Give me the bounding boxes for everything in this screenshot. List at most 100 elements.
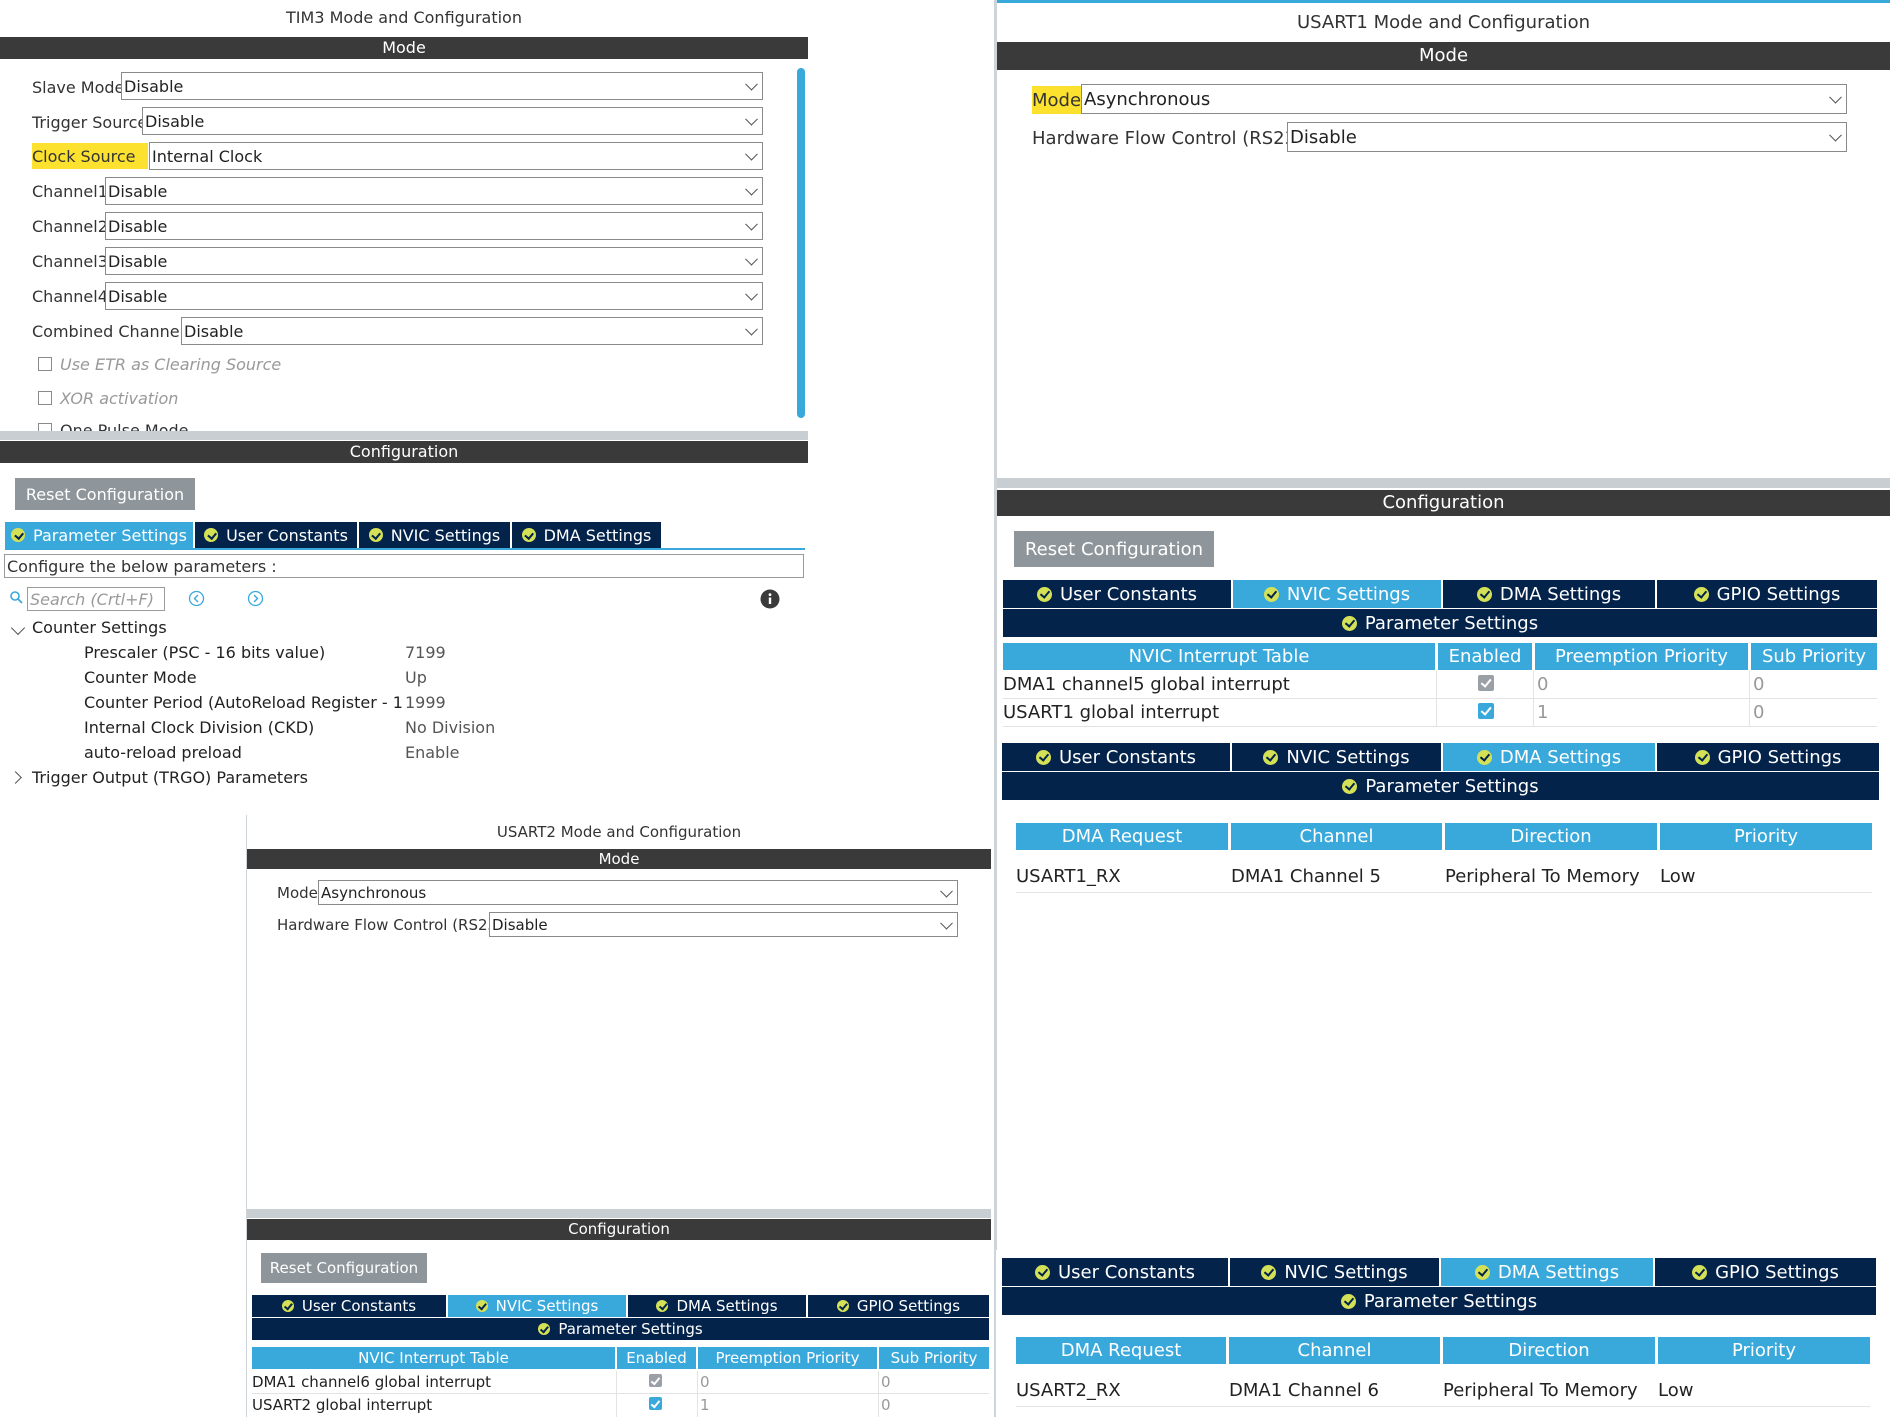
- channel4-select[interactable]: Disable: [105, 282, 763, 310]
- tab-gpio-settings[interactable]: GPIO Settings: [1655, 1258, 1876, 1286]
- nvic-preemption-value[interactable]: 1: [700, 1394, 710, 1415]
- usart2-mode-header: Mode: [247, 849, 991, 869]
- tab-parameter-settings[interactable]: Parameter Settings: [1003, 609, 1877, 637]
- tab-nvic-settings[interactable]: NVIC Settings: [448, 1295, 626, 1317]
- tab-user-constants[interactable]: User Constants: [1003, 580, 1231, 608]
- param-name: Counter Period (AutoReload Register - 16…: [84, 693, 402, 712]
- info-icon[interactable]: [760, 589, 780, 609]
- use-etr-checkbox-row[interactable]: Use ETR as Clearing Source: [38, 354, 281, 374]
- hfc-label: Hardware Flow Control (RS232): [277, 916, 513, 934]
- tab-nvic-settings[interactable]: NVIC Settings: [1232, 743, 1441, 771]
- channel1-select[interactable]: Disable: [105, 177, 763, 205]
- usart1-hfc-select[interactable]: Disable: [1287, 122, 1847, 152]
- param-value[interactable]: Enable: [405, 743, 460, 762]
- reset-configuration-button[interactable]: Reset Configuration: [15, 478, 195, 510]
- splitter[interactable]: [997, 478, 1890, 488]
- nvic-sub-value[interactable]: 0: [881, 1394, 891, 1415]
- prev-match-icon[interactable]: [188, 590, 205, 607]
- tab-dma-settings[interactable]: DMA Settings: [1441, 1258, 1653, 1286]
- clock-source-select[interactable]: Internal Clock: [149, 142, 763, 170]
- tab-nvic-settings[interactable]: NVIC Settings: [1233, 580, 1441, 608]
- dma-request-cell[interactable]: USART1_RX: [1016, 862, 1121, 890]
- splitter[interactable]: [0, 431, 808, 440]
- tab-parameter-settings[interactable]: Parameter Settings: [1002, 772, 1879, 800]
- tab-gpio-settings[interactable]: GPIO Settings: [808, 1295, 989, 1317]
- select-value: Disable: [108, 216, 168, 236]
- mode-scrollbar[interactable]: [797, 68, 805, 418]
- param-value[interactable]: No Division: [405, 718, 495, 737]
- slave-mode-select[interactable]: Disable: [121, 72, 763, 100]
- dma-direction-cell[interactable]: Peripheral To Memory: [1445, 862, 1640, 890]
- tab-parameter-settings[interactable]: Parameter Settings: [252, 1318, 989, 1340]
- select-value: Disable: [145, 111, 205, 131]
- nvic-sub-value[interactable]: 0: [1753, 671, 1764, 697]
- dma-channel-cell[interactable]: DMA1 Channel 6: [1229, 1376, 1379, 1404]
- param-value[interactable]: Up: [405, 668, 427, 687]
- tab-parameter-settings[interactable]: Parameter Settings: [5, 522, 193, 548]
- tab-user-constants[interactable]: User Constants: [252, 1295, 446, 1317]
- check-circle-icon: [1476, 586, 1492, 602]
- dma-channel-cell[interactable]: DMA1 Channel 5: [1231, 862, 1381, 890]
- usart2-dma-panel: User Constants NVIC Settings DMA Setting…: [996, 1250, 1890, 1417]
- nvic-col-header: NVIC Interrupt Table: [1003, 643, 1435, 670]
- nvic-sub-value[interactable]: 0: [1753, 699, 1764, 725]
- usart2-hfc-label-row: Hardware Flow Control (RS232): [277, 913, 512, 937]
- nvic-preemption-value[interactable]: 1: [1537, 699, 1548, 725]
- dma-priority-cell[interactable]: Low: [1658, 1376, 1693, 1404]
- expand-arrow-icon[interactable]: [9, 771, 22, 784]
- combined-channels-select[interactable]: Disable: [181, 317, 763, 345]
- nvic-col-header: Preemption Priority: [1535, 643, 1748, 670]
- tab-nvic-settings[interactable]: NVIC Settings: [1230, 1258, 1439, 1286]
- reset-configuration-button[interactable]: Reset Configuration: [1014, 531, 1214, 567]
- nvic-enabled-checkbox[interactable]: [649, 1397, 662, 1415]
- chevron-down-icon: [745, 217, 758, 231]
- nvic-enabled-checkbox: [649, 1374, 662, 1392]
- channel2-select[interactable]: Disable: [105, 212, 763, 240]
- usart1-config-header: Configuration: [997, 490, 1890, 516]
- nvic-enabled-checkbox[interactable]: [1478, 703, 1494, 724]
- dma-col-header: Channel: [1229, 1337, 1440, 1364]
- trigger-output-group[interactable]: Trigger Output (TRGO) Parameters: [32, 768, 308, 787]
- tab-dma-settings[interactable]: DMA Settings: [628, 1295, 806, 1317]
- usart1-mode-select[interactable]: Asynchronous: [1081, 84, 1847, 114]
- splitter[interactable]: [247, 1209, 991, 1218]
- nvic-col-header: Enabled: [617, 1347, 696, 1369]
- tab-nvic-settings[interactable]: NVIC Settings: [359, 522, 510, 548]
- nvic-preemption-value[interactable]: 0: [1537, 671, 1548, 697]
- tab-dma-settings[interactable]: DMA Settings: [1443, 580, 1655, 608]
- one-pulse-checkbox-row[interactable]: One Pulse Mode: [38, 420, 338, 431]
- chevron-down-icon: [745, 252, 758, 266]
- nvic-sub-value[interactable]: 0: [881, 1371, 891, 1392]
- reset-configuration-button[interactable]: Reset Configuration: [261, 1253, 427, 1283]
- collapse-arrow-icon[interactable]: [10, 620, 26, 636]
- dma-priority-cell[interactable]: Low: [1660, 862, 1695, 890]
- trigger-source-select[interactable]: Disable: [142, 107, 763, 135]
- tab-dma-settings[interactable]: DMA Settings: [1443, 743, 1655, 771]
- counter-settings-group[interactable]: Counter Settings: [32, 618, 167, 637]
- param-value[interactable]: 1999: [405, 693, 446, 712]
- tab-gpio-settings[interactable]: GPIO Settings: [1657, 580, 1877, 608]
- usart2-mode-select[interactable]: Asynchronous: [318, 880, 958, 905]
- channel3-select[interactable]: Disable: [105, 247, 763, 275]
- tab-user-constants[interactable]: User Constants: [1002, 743, 1230, 771]
- tab-user-constants[interactable]: User Constants: [195, 522, 357, 548]
- dma-direction-cell[interactable]: Peripheral To Memory: [1443, 1376, 1638, 1404]
- tab-gpio-settings[interactable]: GPIO Settings: [1657, 743, 1879, 771]
- tab-parameter-settings[interactable]: Parameter Settings: [1002, 1287, 1876, 1315]
- tab-dma-settings[interactable]: DMA Settings: [512, 522, 661, 548]
- tab-user-constants[interactable]: User Constants: [1002, 1258, 1228, 1286]
- nvic-enabled-checkbox: [1478, 675, 1494, 696]
- use-etr-checkbox[interactable]: [38, 357, 52, 371]
- search-input[interactable]: Search (Crtl+F): [27, 587, 165, 611]
- next-match-icon[interactable]: [247, 590, 264, 607]
- param-value[interactable]: 7199: [405, 643, 446, 662]
- xor-activation-checkbox[interactable]: [38, 391, 52, 405]
- xor-activation-checkbox-row[interactable]: XOR activation: [38, 388, 178, 408]
- tim3-field-slave-mode: Slave Mode: [32, 74, 124, 100]
- nvic-preemption-value[interactable]: 0: [700, 1371, 710, 1392]
- tab-label: Parameter Settings: [1365, 775, 1539, 797]
- one-pulse-checkbox[interactable]: [38, 423, 52, 431]
- chevron-down-icon: [940, 916, 953, 930]
- dma-request-cell[interactable]: USART2_RX: [1016, 1376, 1121, 1404]
- usart2-hfc-select[interactable]: Disable: [489, 912, 958, 937]
